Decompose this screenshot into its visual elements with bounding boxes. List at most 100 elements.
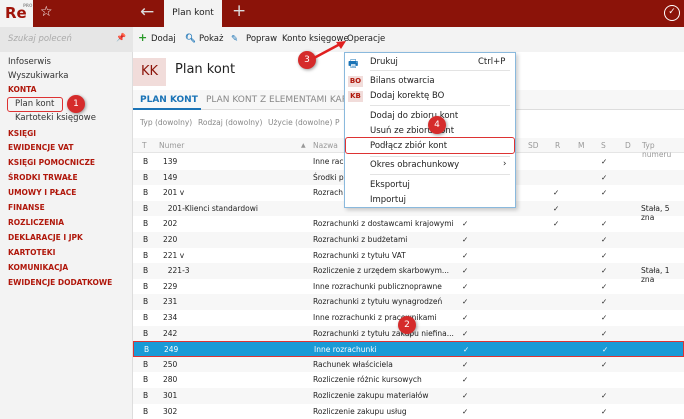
sidebar-item[interactable]: UMOWY I PŁACE (8, 188, 76, 197)
app-logo[interactable]: Re PRO (0, 0, 33, 27)
sidebar-item[interactable]: Kartoteki księgowe (15, 113, 96, 123)
add-button[interactable]: Dodaj (151, 34, 176, 44)
back-arrow-icon[interactable]: ← (140, 2, 154, 22)
table-row[interactable]: B 229 Inne rozrachunki publicznoprawne ✓ ✓ (133, 279, 684, 295)
table-row[interactable]: B 221-3 Rozliczenie z urzędem skarbowym..… (133, 263, 684, 284)
cell-num: 202 (163, 219, 178, 229)
sort-asc-icon: ▲ (301, 142, 306, 149)
favorite-star-icon[interactable]: ☆ (40, 4, 53, 20)
sidebar-item[interactable]: KONTA (8, 85, 36, 94)
sidebar-item[interactable]: KSIĘGI POMOCNICZE (8, 158, 95, 167)
menu-separator (370, 105, 510, 106)
printer-icon: 🖶 (348, 57, 359, 70)
cell-num: 201-Klienci standardowi (163, 203, 258, 213)
cell-num: 139 (163, 157, 178, 166)
logo-pro: PRO (23, 3, 33, 8)
col-sd[interactable]: SD (528, 141, 539, 150)
sidebar-item[interactable]: EWIDENCJE DODATKOWE (8, 278, 112, 287)
active-tab-indicator (133, 108, 201, 110)
cell-t: B (143, 313, 149, 322)
col-r[interactable]: R (555, 141, 560, 150)
cell-s: ✓ (602, 345, 609, 355)
table-row[interactable]: B 302 Rozliczenie zakupu usług ✓ ✓ (133, 404, 684, 419)
table-row[interactable]: B 231 Rozrachunki z tytułu wynagrodzeń ✓ ✓ (133, 294, 684, 310)
cell-name: Rozrachunki z dostawcami krajowymi (313, 219, 454, 229)
filter-usage[interactable]: Użycie (dowolne) (268, 118, 332, 127)
filter-kind[interactable]: Rodzaj (dowolny) (198, 118, 262, 127)
cell-r: ✓ (553, 203, 560, 213)
col-numer[interactable]: Numer (159, 141, 184, 150)
cell-name: Rozrachunki z tytułu wynagrodzeń (313, 297, 443, 307)
pin-icon[interactable]: 📌 (116, 33, 126, 42)
menu-separator (370, 174, 510, 175)
table-row[interactable]: B 202 Rozrachunki z dostawcami krajowymi ✓ ✓… (133, 216, 684, 232)
sidebar-item[interactable]: FINANSE (8, 203, 45, 212)
sidebar-item[interactable]: KARTOTEKI (8, 248, 55, 257)
menu-import[interactable]: Importuj (370, 195, 406, 205)
col-nazwa[interactable]: Nazwa (313, 141, 338, 150)
command-search-input[interactable]: Szukaj poleceń (0, 27, 133, 52)
sidebar-item[interactable]: Wyszukiwarka (8, 71, 68, 81)
table-row[interactable]: B 301 Rozliczenie zakupu materiałów ✓ ✓ (133, 388, 684, 404)
cell-c: ✓ (462, 406, 469, 416)
cell-s: ✓ (601, 172, 608, 182)
cell-s: ✓ (601, 297, 608, 307)
cell-s: ✓ (601, 235, 608, 244)
edit-button[interactable]: Popraw (246, 34, 277, 44)
show-button[interactable]: Pokaż (199, 34, 223, 44)
filter-more[interactable]: P (335, 118, 340, 127)
highlight-plan-kont (7, 97, 63, 112)
operations-button[interactable]: Operacje (347, 34, 385, 44)
cell-s: ✓ (601, 219, 608, 229)
col-d[interactable]: D (625, 141, 631, 150)
cell-s: ✓ (601, 250, 608, 260)
sidebar-item[interactable]: Infoserwis (8, 57, 51, 67)
sidebar-item[interactable]: KOMUNIKACJA (8, 263, 68, 272)
sidebar-item[interactable]: DEKLARACJE I JPK (8, 233, 83, 242)
tab-plan-kont-main[interactable]: PLAN KONT (140, 95, 198, 105)
cell-num: 234 (163, 313, 178, 322)
menu-export[interactable]: Eksportuj (370, 180, 410, 190)
table-row[interactable]: B 221 v Rozrachunki z tytułu VAT ✓ ✓ (133, 248, 684, 264)
cell-c: ✓ (462, 391, 469, 400)
menu-add-bo-correction[interactable]: Dodaj korektę BO (370, 91, 444, 101)
kb-icon: KB (348, 91, 363, 102)
menu-opening-balance[interactable]: Bilans otwarcia (370, 76, 435, 86)
cell-c: ✓ (462, 297, 469, 307)
cell-num: 250 (163, 359, 178, 369)
cell-t: B (143, 157, 149, 166)
cell-s: ✓ (601, 157, 608, 166)
tab-plan-kont-elements[interactable]: PLAN KONT Z ELEMENTAMI KAR (206, 95, 348, 105)
col-t[interactable]: T (142, 141, 147, 150)
cell-t: B (143, 250, 149, 260)
sidebar-item[interactable]: ŚRODKI TRWAŁE (8, 173, 78, 182)
cell-name: Inne rac (313, 157, 344, 166)
tab-plan-kont[interactable]: Plan kont (164, 0, 222, 27)
cell-name: Rozrachunki z tytułu zakupu niefina... (313, 328, 454, 338)
menu-accounting-period[interactable]: Okres obrachunkowy (370, 160, 459, 170)
cell-s: ✓ (601, 266, 608, 276)
highlight-attach-set (345, 137, 515, 154)
cell-s: ✓ (601, 281, 608, 291)
sidebar-item[interactable]: KSIĘGI (8, 129, 36, 138)
menu-print[interactable]: Drukuj (370, 57, 398, 67)
menu-add-to-set[interactable]: Dodaj do zbioru kont (370, 111, 458, 121)
annotation-2: 2 (398, 316, 416, 334)
cell-r: ✓ (553, 188, 560, 198)
col-m[interactable]: M (578, 141, 584, 150)
check-circle-icon[interactable]: ✓ (664, 5, 680, 21)
cell-c: ✓ (463, 345, 470, 355)
table-row[interactable]: B 220 Rozrachunki z budżetami ✓ ✓ (133, 232, 684, 248)
table-row[interactable]: B 250 Rachunek właściciela ✓ ✓ (133, 356, 684, 373)
sidebar-item[interactable]: EWIDENCJE VAT (8, 143, 73, 152)
new-tab-plus-icon[interactable]: + (232, 1, 246, 21)
filter-type[interactable]: Typ (dowolny) (140, 118, 192, 127)
table-row[interactable]: B 280 Rozliczenie różnic kursowych ✓ (133, 372, 684, 388)
table-row[interactable]: B 249 Inne rozrachunki ✓ ✓ (133, 341, 684, 357)
sidebar-item[interactable]: ROZLICZENIA (8, 218, 64, 227)
cell-name: Rozrach (313, 188, 343, 198)
cell-c: ✓ (462, 219, 469, 229)
col-s[interactable]: S (601, 141, 606, 150)
cell-num: 249 (164, 345, 179, 355)
cell-num: 149 (163, 172, 178, 182)
